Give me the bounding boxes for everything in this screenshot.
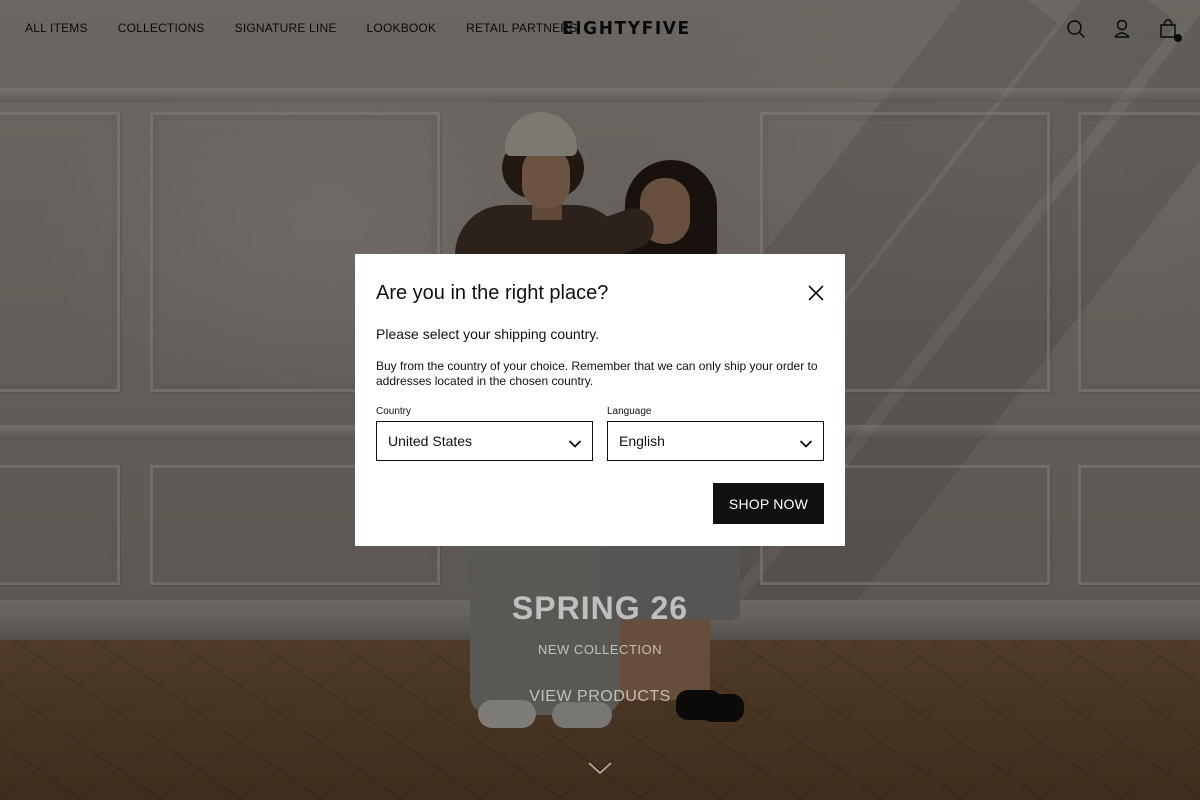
country-select-value: United States xyxy=(388,433,473,449)
hero-title: SPRING 26 xyxy=(511,590,689,626)
country-field: Country United States xyxy=(376,406,593,461)
language-select-value: English xyxy=(619,433,665,449)
language-field: Language English xyxy=(607,406,824,461)
view-products-link[interactable]: VIEW PRODUCTS xyxy=(0,688,1200,706)
modal-lead-text: Please select your shipping country. xyxy=(376,326,600,342)
language-label: Language xyxy=(607,406,652,417)
shop-now-button[interactable]: SHOP NOW xyxy=(713,483,824,524)
language-select[interactable]: English xyxy=(607,421,824,461)
hero-subtitle: NEW COLLECTION xyxy=(537,642,662,657)
chevron-down-icon xyxy=(799,436,813,448)
country-selector-modal: Are you in the right place? Please selec… xyxy=(355,254,845,546)
country-select[interactable]: United States xyxy=(376,421,593,461)
country-label: Country xyxy=(376,406,412,417)
close-icon[interactable] xyxy=(807,284,825,302)
modal-title: Are you in the right place? xyxy=(376,282,609,304)
modal-description: Buy from the country of your choice. Rem… xyxy=(376,359,818,388)
scroll-down-icon[interactable] xyxy=(587,760,613,776)
chevron-down-icon xyxy=(568,436,582,448)
